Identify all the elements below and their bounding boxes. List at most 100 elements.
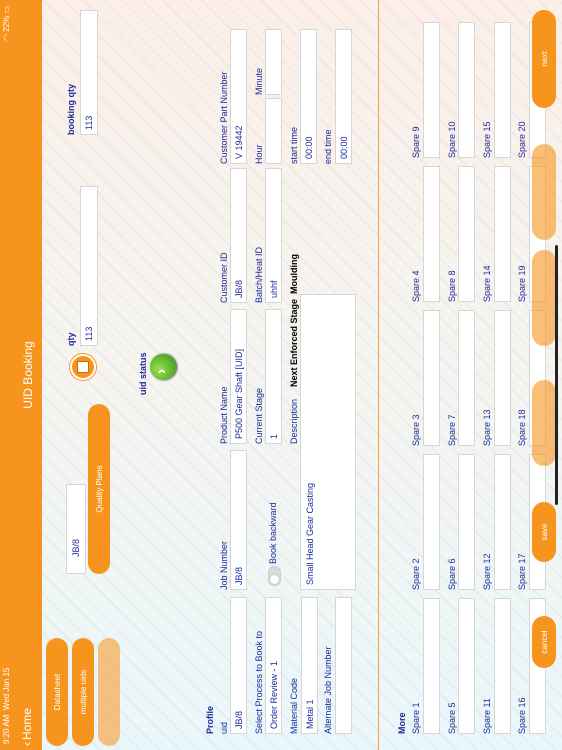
multiple-uids-button[interactable]: multiple uids bbox=[72, 638, 94, 746]
screen: 9:20 AM Wed Jan 15 ◠ 22% ▭ ‹ Home UID Bo… bbox=[0, 0, 562, 750]
spare-1-label: Spare 1 bbox=[411, 702, 421, 734]
hour-field[interactable] bbox=[265, 98, 282, 164]
battery-icon: ▭ bbox=[2, 6, 11, 14]
select-process-label: Select Process to Book to bbox=[254, 630, 264, 734]
uid-field[interactable]: JB/8 bbox=[230, 597, 247, 734]
status-time: 9:20 AM bbox=[2, 714, 11, 744]
spare-12-field[interactable] bbox=[494, 454, 511, 590]
spare-15-field[interactable] bbox=[494, 22, 511, 158]
spare-1-field[interactable] bbox=[423, 598, 440, 734]
customer-id-label: Customer ID bbox=[219, 252, 229, 303]
job-number-label: Job Number bbox=[219, 540, 229, 590]
customer-part-label: Customer Part Number bbox=[219, 71, 229, 164]
material-code-label: Material Code bbox=[289, 677, 299, 734]
start-time-field[interactable]: 00:00 bbox=[300, 29, 317, 164]
disabled-top-button[interactable] bbox=[20, 490, 42, 550]
hour-label: Hour bbox=[254, 144, 264, 164]
spare-10-field[interactable] bbox=[458, 22, 475, 158]
spare-5-field[interactable] bbox=[458, 598, 475, 734]
batch-heat-field[interactable]: uhhf bbox=[265, 168, 282, 303]
description-label: Description bbox=[289, 398, 299, 444]
spare-15-label: Spare 15 bbox=[482, 121, 492, 158]
quality-plans-button[interactable]: Quality Plans bbox=[88, 404, 110, 574]
batch-heat-label: Batch/Heat ID bbox=[254, 246, 264, 303]
alternate-job-label: Alternate Job Number bbox=[323, 646, 333, 734]
alternate-job-field[interactable] bbox=[335, 597, 352, 734]
start-time-label: start time bbox=[289, 126, 299, 164]
spare-2-field[interactable] bbox=[423, 454, 440, 590]
booking-qty-input[interactable]: 113 bbox=[80, 10, 98, 135]
spare-13-label: Spare 13 bbox=[482, 409, 492, 446]
spare-14-label: Spare 14 bbox=[482, 265, 492, 302]
disabled-bottom-button-3[interactable] bbox=[532, 144, 556, 240]
qty-input[interactable]: 113 bbox=[80, 186, 98, 346]
job-number-field[interactable]: JB/8 bbox=[230, 450, 247, 590]
minute-field[interactable] bbox=[265, 29, 282, 95]
spare-6-field[interactable] bbox=[458, 454, 475, 590]
spare-18-label: Spare 18 bbox=[517, 409, 527, 446]
cancel-button[interactable]: cancel bbox=[532, 616, 556, 668]
status-ok-icon: › bbox=[150, 354, 176, 380]
spare-7-label: Spare 7 bbox=[447, 414, 457, 446]
datasheet-button[interactable]: Datasheet bbox=[46, 638, 68, 746]
current-stage-field[interactable]: 1 bbox=[265, 309, 282, 444]
customer-id-field[interactable]: JB/8 bbox=[230, 168, 247, 303]
next-button[interactable]: next bbox=[532, 10, 556, 108]
qr-scan-icon[interactable] bbox=[70, 354, 96, 380]
end-time-label: end time bbox=[323, 129, 333, 164]
page-title: UID Booking bbox=[21, 341, 35, 409]
spare-16-label: Spare 16 bbox=[517, 697, 527, 734]
more-heading: More bbox=[397, 712, 407, 734]
uid-input[interactable]: JB/8 bbox=[66, 484, 86, 574]
spare-12-label: Spare 12 bbox=[482, 553, 492, 590]
status-date: Wed Jan 15 bbox=[2, 667, 11, 711]
spare-17-label: Spare 17 bbox=[517, 553, 527, 590]
uid-field-label: uid bbox=[219, 721, 229, 734]
home-indicator bbox=[555, 245, 558, 505]
spare-6-label: Spare 6 bbox=[447, 558, 457, 590]
spare-10-label: Spare 10 bbox=[447, 121, 457, 158]
next-stage-value: Moulding bbox=[289, 254, 299, 294]
disabled-bottom-button-1[interactable] bbox=[532, 380, 556, 466]
nav-bar: ‹ Home UID Booking bbox=[14, 0, 42, 750]
spare-20-label: Spare 20 bbox=[517, 121, 527, 158]
material-code-field[interactable]: Metal 1 bbox=[301, 597, 318, 734]
uid-status-label: uid status bbox=[138, 352, 148, 395]
description-field[interactable]: Small Head Gear Casting bbox=[300, 294, 356, 590]
spare-4-label: Spare 4 bbox=[411, 270, 421, 302]
spare-11-label: Spare 11 bbox=[482, 698, 492, 734]
minute-label: Minute bbox=[254, 67, 264, 95]
spare-19-label: Spare 19 bbox=[517, 265, 527, 302]
spare-14-field[interactable] bbox=[494, 166, 511, 302]
spare-11-field[interactable] bbox=[494, 598, 511, 734]
qty-label: qty bbox=[66, 332, 76, 347]
spare-5-label: Spare 5 bbox=[447, 702, 457, 734]
product-name-label: Product Name bbox=[219, 386, 229, 444]
customer-part-field[interactable]: V 19442 bbox=[230, 29, 247, 164]
spare-13-field[interactable] bbox=[494, 310, 511, 446]
end-time-field[interactable]: 00:00 bbox=[335, 29, 352, 164]
save-button[interactable]: save bbox=[532, 502, 556, 562]
current-stage-label: Current Stage bbox=[254, 387, 264, 444]
profile-heading: Profile bbox=[205, 705, 215, 734]
spare-2-label: Spare 2 bbox=[411, 558, 421, 590]
spare-3-field[interactable] bbox=[423, 310, 440, 446]
product-name-field[interactable]: P500 Gear Shaft [UID] bbox=[230, 309, 247, 444]
book-backward-toggle[interactable] bbox=[268, 566, 281, 586]
disabled-side-button[interactable] bbox=[98, 638, 120, 746]
battery-percent: 22% bbox=[2, 15, 11, 32]
wifi-icon: ◠ bbox=[2, 34, 11, 42]
section-divider bbox=[378, 0, 379, 750]
spare-8-field[interactable] bbox=[458, 166, 475, 302]
book-backward-label: Book backward bbox=[268, 502, 278, 564]
spare-3-label: Spare 3 bbox=[411, 414, 421, 446]
select-process-field[interactable]: Order Review - 1 bbox=[265, 597, 282, 734]
spare-8-label: Spare 8 bbox=[447, 270, 457, 302]
status-bar: 9:20 AM Wed Jan 15 ◠ 22% ▭ bbox=[0, 0, 14, 750]
booking-qty-label: booking qty bbox=[66, 84, 76, 135]
spare-7-field[interactable] bbox=[458, 310, 475, 446]
spare-9-field[interactable] bbox=[423, 22, 440, 158]
spare-4-field[interactable] bbox=[423, 166, 440, 302]
disabled-bottom-button-2[interactable] bbox=[532, 250, 556, 346]
spare-9-label: Spare 9 bbox=[411, 126, 421, 158]
